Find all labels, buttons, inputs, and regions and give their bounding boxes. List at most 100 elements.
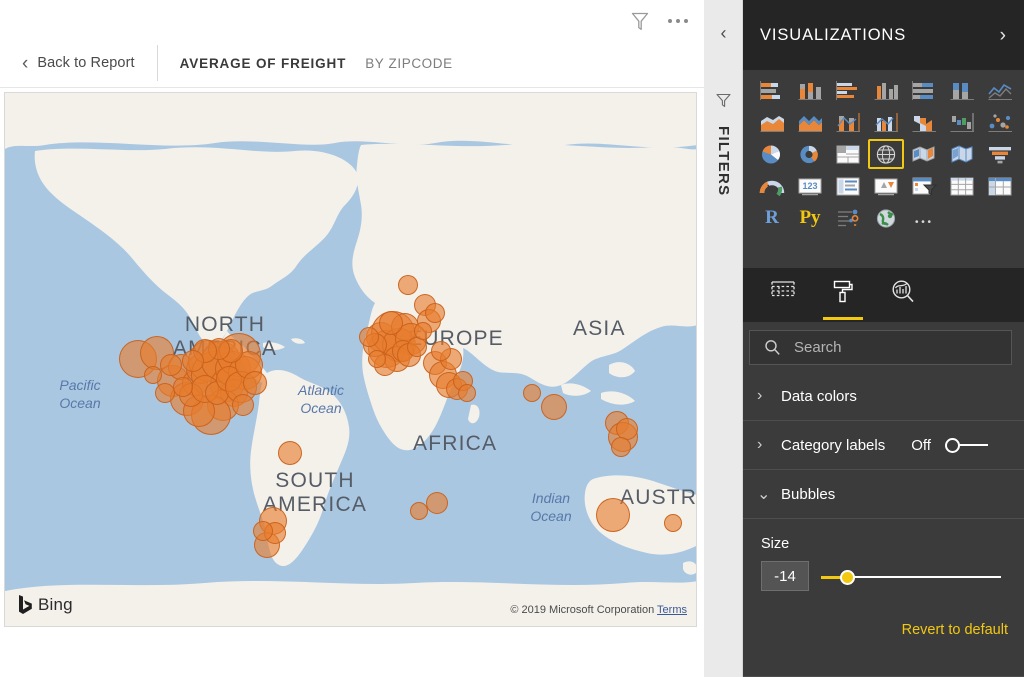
viz-type-pie-chart[interactable] bbox=[755, 140, 789, 168]
bubble-size-input[interactable] bbox=[765, 567, 805, 585]
multi-row-card-icon bbox=[836, 177, 860, 195]
viz-type-donut-chart[interactable] bbox=[793, 140, 827, 168]
format-tab[interactable] bbox=[821, 274, 865, 320]
format-section-label: Data colors bbox=[781, 387, 857, 405]
viz-type-python-visual[interactable]: Py bbox=[793, 204, 827, 232]
viz-type-card[interactable]: 123 bbox=[793, 172, 827, 200]
fields-tab[interactable] bbox=[761, 274, 805, 320]
viz-type-gauge-chart[interactable] bbox=[755, 172, 789, 200]
viz-type-clustered-column-chart[interactable] bbox=[869, 76, 903, 104]
svg-text:123: 123 bbox=[802, 181, 817, 191]
paint-roller-icon bbox=[833, 280, 853, 303]
viz-type-scatter-chart[interactable] bbox=[983, 108, 1017, 136]
viz-type-line-chart[interactable] bbox=[983, 76, 1017, 104]
viz-type-shape-map[interactable] bbox=[945, 140, 979, 168]
bubble-size-slider[interactable] bbox=[821, 568, 1001, 586]
matrix-icon bbox=[988, 177, 1012, 195]
format-section-data-colors[interactable]: › Data colors bbox=[743, 372, 1024, 421]
viz-type-line-and-clustered-column-chart[interactable] bbox=[869, 108, 903, 136]
map-icon bbox=[876, 144, 896, 164]
filters-pane-collapsed[interactable]: ‹ FILTERS bbox=[704, 0, 743, 677]
viz-type-stacked-column-chart[interactable] bbox=[793, 76, 827, 104]
visual-type-gallery: 123 R Py... bbox=[743, 70, 1024, 248]
viz-type-slicer[interactable] bbox=[907, 172, 941, 200]
slider-thumb[interactable] bbox=[840, 570, 855, 585]
viz-type-table[interactable] bbox=[945, 172, 979, 200]
table-icon bbox=[950, 177, 974, 195]
stacked-bar-chart-icon bbox=[760, 80, 780, 100]
viz-type-clustered-bar-chart[interactable] bbox=[831, 76, 865, 104]
viz-type-ribbon-chart[interactable] bbox=[907, 108, 941, 136]
filled-map-icon bbox=[912, 145, 935, 162]
format-search-box[interactable] bbox=[749, 330, 1012, 365]
viz-type-hundred-percent-stacked-bar-chart[interactable] bbox=[907, 76, 941, 104]
line-and-clustered-column-chart-icon bbox=[874, 112, 898, 132]
bing-label: Bing bbox=[38, 594, 73, 614]
viz-type-matrix[interactable] bbox=[983, 172, 1017, 200]
filters-label: FILTERS bbox=[715, 126, 732, 197]
viz-type-line-and-stacked-column-chart[interactable] bbox=[831, 108, 865, 136]
page-title: AVERAGE OF FREIGHT bbox=[179, 55, 347, 71]
gauge-chart-icon bbox=[759, 180, 785, 196]
bubbles-settings-body: Size Revert to default bbox=[743, 519, 1024, 677]
collapse-filters-icon[interactable]: ‹ bbox=[704, 24, 743, 42]
filter-icon[interactable] bbox=[628, 9, 652, 33]
expand-pane-icon[interactable]: › bbox=[1000, 26, 1006, 45]
chevron-right-icon: › bbox=[757, 387, 763, 404]
viz-type-more-visuals[interactable]: ... bbox=[907, 204, 941, 232]
clustered-column-chart-icon bbox=[874, 82, 898, 100]
category-labels-state: Off bbox=[911, 436, 931, 454]
stacked-column-chart-icon bbox=[798, 82, 822, 100]
area-chart-icon bbox=[760, 115, 784, 132]
format-section-category-labels[interactable]: › Category labels Off bbox=[743, 421, 1024, 470]
viz-type-treemap[interactable] bbox=[831, 140, 865, 168]
viz-type-area-chart[interactable] bbox=[755, 108, 789, 136]
viz-type-waterfall-chart[interactable] bbox=[945, 108, 979, 136]
visualizations-header: VISUALIZATIONS › bbox=[743, 0, 1024, 70]
header-actions bbox=[628, 9, 690, 33]
viz-type-hundred-percent-stacked-column-chart[interactable] bbox=[945, 76, 979, 104]
report-header: ‹ Back to Report AVERAGE OF FREIGHT BY Z… bbox=[0, 0, 704, 88]
bubble-size-label: Size bbox=[761, 536, 790, 552]
bubble-size-field[interactable] bbox=[761, 561, 809, 591]
viz-type-r-script-visual[interactable]: R bbox=[755, 204, 789, 232]
chevron-left-icon: ‹ bbox=[22, 52, 29, 74]
chevron-down-icon: ⌄ bbox=[757, 486, 771, 503]
revert-to-default-link[interactable]: Revert to default bbox=[902, 622, 1008, 638]
search-input[interactable] bbox=[794, 339, 994, 356]
funnel-chart-icon bbox=[989, 146, 1011, 163]
viz-type-arcgis-maps[interactable] bbox=[869, 204, 903, 232]
format-search-container bbox=[743, 322, 1024, 372]
viz-type-map[interactable] bbox=[868, 139, 904, 169]
viz-glyph-label: ... bbox=[914, 208, 934, 227]
viz-glyph-label: Py bbox=[799, 207, 821, 228]
map-visual[interactable]: Pacific Ocean Atlantic Ocean Indian Ocean N… bbox=[4, 92, 697, 627]
terms-link[interactable]: Terms bbox=[657, 604, 687, 616]
viz-type-funnel-chart[interactable] bbox=[983, 140, 1017, 168]
back-to-report-label: Back to Report bbox=[37, 55, 135, 71]
line-chart-icon bbox=[988, 83, 1012, 100]
format-section-bubbles[interactable]: ⌄ Bubbles bbox=[743, 470, 1024, 519]
donut-chart-icon bbox=[800, 145, 818, 163]
viz-type-stacked-area-chart[interactable] bbox=[793, 108, 827, 136]
viz-type-stacked-bar-chart[interactable] bbox=[755, 76, 789, 104]
analytics-tab[interactable] bbox=[881, 274, 925, 320]
report-canvas: ‹ Back to Report AVERAGE OF FREIGHT BY Z… bbox=[0, 0, 704, 677]
funnel-icon bbox=[704, 92, 743, 109]
viz-type-kpi[interactable] bbox=[869, 172, 903, 200]
shape-map-icon bbox=[951, 144, 973, 163]
hundred-percent-stacked-bar-chart-icon bbox=[912, 80, 933, 100]
copyright-text: © 2019 Microsoft Corporation bbox=[510, 604, 655, 616]
viz-type-filled-map[interactable] bbox=[907, 140, 941, 168]
analytics-magnifier-icon bbox=[892, 280, 914, 303]
visualizations-title: VISUALIZATIONS bbox=[760, 25, 907, 44]
card-icon: 123 bbox=[798, 178, 822, 195]
category-labels-toggle[interactable] bbox=[944, 437, 989, 453]
waterfall-chart-icon bbox=[950, 112, 974, 132]
more-options-icon[interactable] bbox=[666, 9, 690, 33]
viz-type-key-influencers[interactable] bbox=[831, 204, 865, 232]
back-to-report-button[interactable]: ‹ Back to Report bbox=[0, 54, 135, 73]
viz-type-multi-row-card[interactable] bbox=[831, 172, 865, 200]
nav-divider bbox=[156, 45, 158, 81]
viz-glyph-label: R bbox=[765, 207, 779, 228]
